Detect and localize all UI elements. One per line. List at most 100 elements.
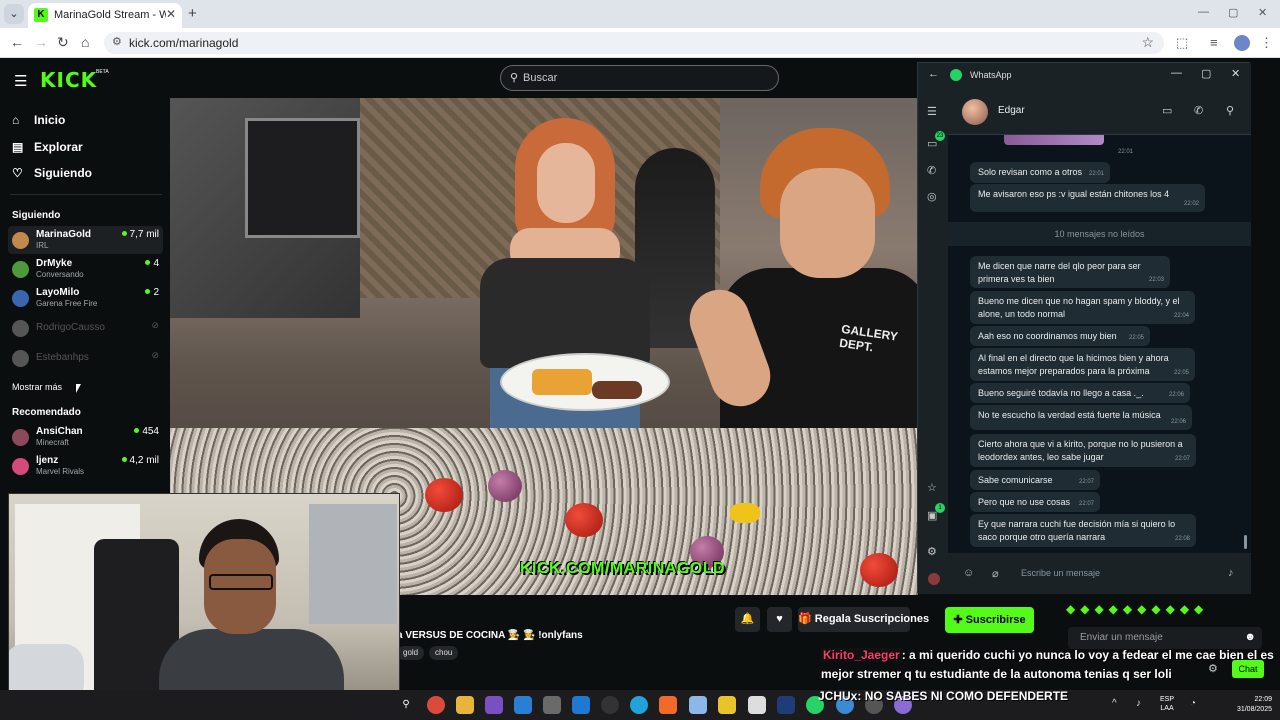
channel-ansichan[interactable]: AnsiChan Minecraft 454: [8, 423, 163, 451]
kick-logo[interactable]: KICK: [40, 68, 97, 92]
browser-tab[interactable]: K MarinaGold Stream - Watch ✕: [28, 3, 182, 28]
channel-rodrigocausso[interactable]: RodrigoCausso ⊘: [8, 314, 163, 342]
offline-icon: ⊘: [151, 350, 159, 360]
close-tab-icon[interactable]: ✕: [166, 7, 176, 21]
channel-layomilo[interactable]: LayoMilo Garena Free Fire 2: [8, 284, 163, 312]
starred-icon[interactable]: ☆: [927, 481, 937, 494]
hamburger-menu-icon[interactable]: ☰: [14, 72, 27, 90]
nav-item-explorar[interactable]: ▤ Explorar: [12, 140, 83, 154]
video-call-icon[interactable]: ▭: [1162, 104, 1172, 117]
channel-drmyke[interactable]: DrMyke Conversando 4: [8, 255, 163, 283]
new-tab-button[interactable]: +: [188, 5, 197, 22]
nav-item-inicio[interactable]: ⌂ Inicio: [12, 113, 65, 127]
network-icon[interactable]: ◔: [1190, 698, 1196, 709]
message-input[interactable]: Escribe un mensaje: [1021, 568, 1100, 578]
attach-icon[interactable]: ⌀: [992, 567, 999, 580]
chat-settings-icon[interactable]: ⚙: [1208, 662, 1218, 675]
minimize-icon[interactable]: —: [1171, 67, 1182, 79]
message-bubble: Solo revisan como a otros 22:01: [970, 162, 1110, 183]
microphone-icon[interactable]: ♪: [1228, 567, 1234, 579]
whatsapp-logo-icon: [950, 69, 962, 81]
scrollbar[interactable]: [1244, 535, 1247, 549]
close-window-icon[interactable]: ✕: [1258, 6, 1267, 19]
profile-avatar[interactable]: [1234, 35, 1250, 51]
search-icon[interactable]: ⚲: [397, 696, 415, 714]
app-icon[interactable]: [777, 696, 795, 714]
bookmark-star-icon[interactable]: ☆: [1141, 34, 1154, 51]
app-icon[interactable]: [718, 696, 736, 714]
image-message[interactable]: [1004, 135, 1104, 145]
microphone-icon[interactable]: ♪: [1136, 698, 1141, 709]
app-icon[interactable]: [748, 696, 766, 714]
search-input[interactable]: ⚲ Buscar: [500, 65, 779, 91]
contact-avatar[interactable]: [962, 99, 988, 125]
edge-icon[interactable]: [630, 696, 648, 714]
whatsapp-titlebar: ← WhatsApp — ▢ ✕: [918, 63, 1251, 87]
notification-bell-icon[interactable]: 🔔: [735, 607, 760, 632]
calls-icon[interactable]: ✆: [927, 164, 936, 177]
subscribe-button[interactable]: ✚ Suscribirse: [945, 607, 1034, 633]
viewer-count-text: 4,2 mil: [129, 455, 159, 466]
site-info-icon[interactable]: ⚙: [112, 35, 122, 48]
maximize-icon[interactable]: ▢: [1201, 67, 1211, 80]
menu-icon[interactable]: ☰: [927, 105, 937, 118]
github-icon[interactable]: [601, 696, 619, 714]
back-arrow-icon[interactable]: ←: [928, 68, 939, 80]
settings-icon[interactable]: ⚙: [927, 545, 937, 558]
glasses: [209, 574, 273, 590]
follow-heart-icon[interactable]: ♥: [767, 607, 792, 632]
nav-item-siguiendo[interactable]: ♡ Siguiendo: [12, 166, 92, 180]
emoji-icon[interactable]: ☻: [1244, 631, 1256, 643]
back-icon[interactable]: ←: [10, 34, 24, 50]
tray-arrow-icon[interactable]: ^: [1112, 698, 1117, 709]
reload-icon[interactable]: ↻: [57, 34, 69, 51]
file-explorer-icon[interactable]: [456, 696, 474, 714]
tag-chip[interactable]: chou: [429, 646, 459, 660]
app-icon[interactable]: [689, 696, 707, 714]
channel-marinagold[interactable]: MarinaGold IRL 7,7 mil: [8, 226, 163, 254]
tag-chip[interactable]: gold: [397, 646, 425, 660]
chrome-icon[interactable]: [427, 696, 445, 714]
channel-ljenz[interactable]: ljenz Marvel Rivals 4,2 mil: [8, 452, 163, 480]
message-text: Aah eso no coordinamos muy bien: [978, 331, 1117, 341]
channel-estebanhps[interactable]: Estebanhps ⊘: [8, 344, 163, 372]
app-icon[interactable]: [659, 696, 677, 714]
gift-subscriptions-button[interactable]: 🎁 Regala Suscripciones: [798, 607, 929, 632]
sidebar: ⌂ Inicio ▤ Explorar ♡ Siguiendo Siguiendo M…: [0, 98, 170, 498]
emoji-icon[interactable]: ☺: [963, 567, 974, 579]
search-icon[interactable]: ⚲: [1226, 104, 1234, 117]
clock[interactable]: 22:09 31/08/2025: [1222, 695, 1272, 715]
minimize-icon[interactable]: —: [1198, 6, 1209, 18]
close-icon[interactable]: ✕: [1231, 67, 1240, 80]
chat-send-button[interactable]: Chat: [1232, 660, 1264, 678]
vscode-icon[interactable]: [514, 696, 532, 714]
show-more-link[interactable]: Mostrar más: [12, 382, 62, 392]
address-bar[interactable]: ⚙ kick.com/marinagold ☆: [104, 32, 1164, 54]
message-time: 22:07: [1078, 478, 1094, 485]
following-header: Siguiendo: [12, 210, 61, 221]
status-icon[interactable]: ◎: [927, 190, 937, 203]
voice-call-icon[interactable]: ✆: [1194, 104, 1203, 117]
chat-input[interactable]: Enviar un mensaje ☻: [1068, 627, 1262, 649]
language-indicator[interactable]: ESP LAA: [1160, 695, 1174, 713]
forward-icon[interactable]: →: [34, 34, 48, 50]
media-icon[interactable]: ≡: [1210, 35, 1218, 50]
home-icon[interactable]: ⌂: [81, 34, 89, 50]
message-text: Cierto ahora que vi a kirito, porque no …: [978, 439, 1183, 462]
chat-header[interactable]: Edgar ▭ ✆ ⚲: [948, 87, 1251, 135]
tab-list-button[interactable]: ⌄: [4, 4, 24, 24]
maximize-icon[interactable]: ▢: [1228, 6, 1238, 19]
avatar: [12, 232, 29, 249]
extensions-icon[interactable]: ⬚: [1176, 35, 1188, 51]
emote-bar[interactable]: ◆◆◆◆◆◆◆◆◆◆: [1066, 602, 1208, 616]
shirt-print: GALLERY DEPT.: [838, 321, 899, 355]
message-text: Me avisaron eso ps :v igual están chiton…: [978, 189, 1170, 199]
menu-icon[interactable]: ⋮: [1260, 35, 1273, 51]
app-icon[interactable]: [572, 696, 590, 714]
visual-studio-icon[interactable]: [485, 696, 503, 714]
message-time: 22:06: [1168, 391, 1184, 398]
message-text: Al final en el directo que la hicimos bi…: [978, 353, 1169, 376]
paint-icon[interactable]: [543, 696, 561, 714]
message-time: 22:05: [1173, 369, 1189, 376]
profile-avatar[interactable]: [928, 573, 940, 585]
